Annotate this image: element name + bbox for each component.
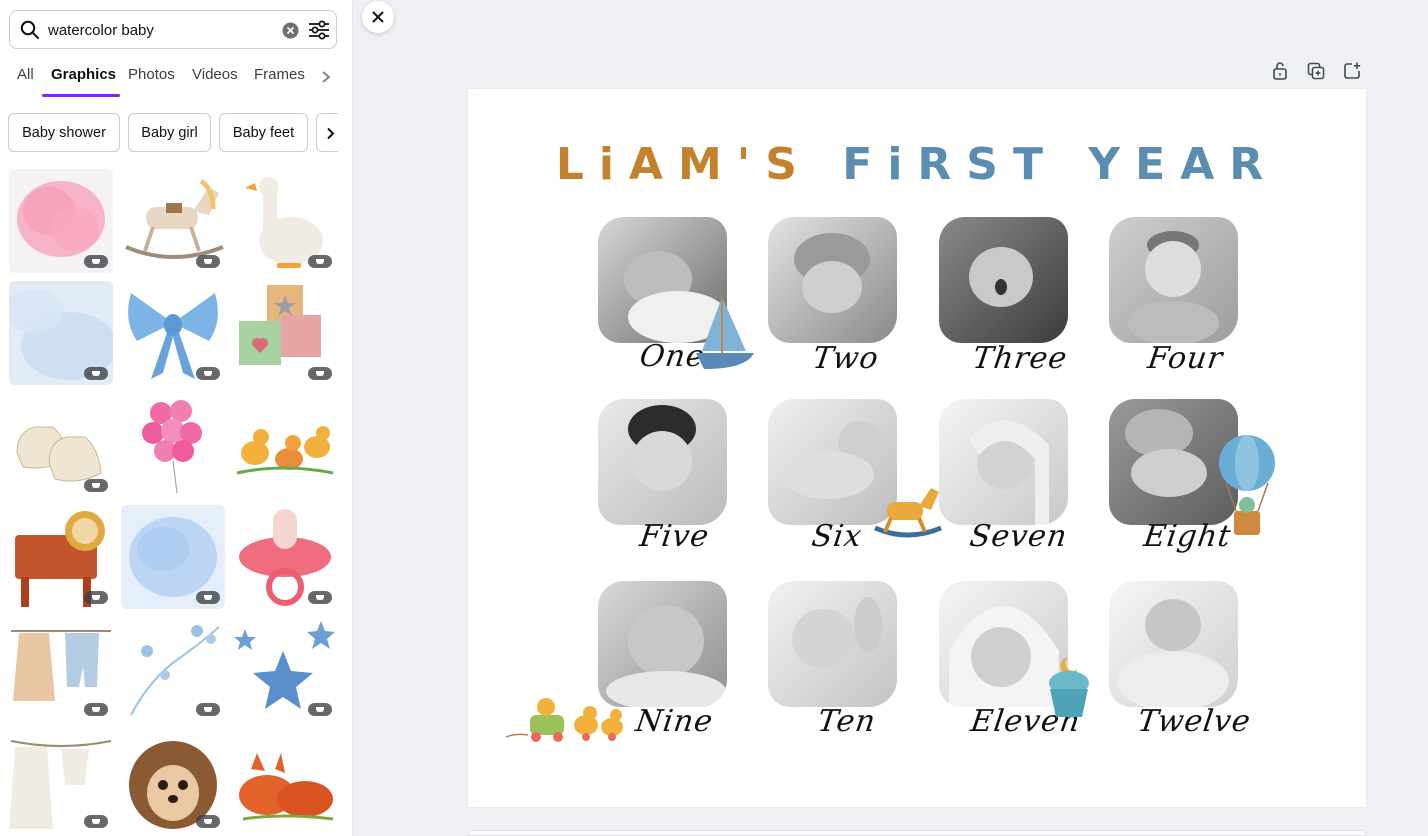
premium-badge-icon xyxy=(84,815,108,828)
duplicate-page-icon[interactable] xyxy=(1306,61,1326,81)
premium-badge-icon xyxy=(84,479,108,492)
premium-badge-icon xyxy=(84,255,108,268)
next-page-edge xyxy=(468,830,1366,836)
graphic-tile[interactable] xyxy=(9,729,113,833)
month-label-two[interactable]: Two xyxy=(811,341,882,376)
lock-icon[interactable] xyxy=(1270,61,1290,81)
hot-air-balloon-sticker[interactable] xyxy=(1216,433,1278,539)
filter-sliders-icon[interactable] xyxy=(308,20,330,40)
search-bar[interactable] xyxy=(9,10,337,49)
graphic-tile[interactable] xyxy=(9,393,113,497)
close-icon xyxy=(372,11,384,23)
cupcake-sticker[interactable] xyxy=(1046,655,1092,719)
premium-badge-icon xyxy=(308,255,332,268)
chips-scroll-right-button[interactable] xyxy=(316,113,338,152)
design-page[interactable]: LiAM'S FiRST YEAR One Two Three Four Fiv… xyxy=(468,89,1366,807)
premium-badge-icon xyxy=(196,591,220,604)
chip-baby-shower[interactable]: Baby shower xyxy=(8,113,120,152)
premium-badge-icon xyxy=(196,367,220,380)
chevron-right-icon[interactable] xyxy=(320,70,332,84)
close-panel-button[interactable] xyxy=(362,1,394,33)
premium-badge-icon xyxy=(196,703,220,716)
premium-badge-icon xyxy=(308,367,332,380)
category-tabs: All Graphics Photos Videos Frames xyxy=(9,66,339,98)
premium-badge-icon xyxy=(196,815,220,828)
baby-photo-four[interactable] xyxy=(1109,217,1238,343)
chip-baby-feet[interactable]: Baby feet xyxy=(219,113,308,152)
pink-balloons-image xyxy=(142,400,202,494)
search-input[interactable] xyxy=(48,19,268,41)
premium-badge-icon xyxy=(308,591,332,604)
search-icon xyxy=(20,20,39,39)
tab-photos[interactable]: Photos xyxy=(128,66,175,83)
month-label-six[interactable]: Six xyxy=(810,519,865,554)
tab-all[interactable]: All xyxy=(17,66,34,83)
premium-badge-icon xyxy=(84,591,108,604)
baby-photo-twelve[interactable] xyxy=(1109,581,1238,707)
graphics-side-panel: All Graphics Photos Videos Frames Baby s… xyxy=(0,0,353,836)
month-label-seven[interactable]: Seven xyxy=(968,519,1070,554)
graphic-tile[interactable] xyxy=(121,281,225,385)
month-label-five[interactable]: Five xyxy=(638,519,712,554)
premium-badge-icon xyxy=(308,703,332,716)
graphic-tile[interactable] xyxy=(121,617,225,721)
graphic-tile[interactable] xyxy=(9,281,113,385)
sailboat-sticker[interactable] xyxy=(694,295,756,371)
foxes-image xyxy=(239,753,334,821)
premium-badge-icon xyxy=(84,703,108,716)
baby-photo-ten[interactable] xyxy=(768,581,897,707)
chevron-right-icon xyxy=(327,127,335,140)
design-title[interactable]: LiAM'S FiRST YEAR xyxy=(468,139,1366,190)
month-label-three[interactable]: Three xyxy=(971,341,1070,376)
baby-photo-two[interactable] xyxy=(768,217,897,343)
graphic-tile[interactable] xyxy=(233,505,337,609)
graphic-tile[interactable] xyxy=(233,281,337,385)
graphic-tile[interactable] xyxy=(121,169,225,273)
baby-photo-seven[interactable] xyxy=(939,399,1068,525)
graphic-tile[interactable] xyxy=(9,505,113,609)
graphic-tile[interactable] xyxy=(121,505,225,609)
title-name-text[interactable]: LiAM'S xyxy=(556,139,812,190)
month-label-ten[interactable]: Ten xyxy=(816,704,879,739)
graphic-tile[interactable] xyxy=(121,729,225,833)
baby-photo-five[interactable] xyxy=(598,399,727,525)
clear-search-icon[interactable] xyxy=(282,22,299,39)
graphic-tile[interactable] xyxy=(233,617,337,721)
pull-toy-ducks-sticker[interactable] xyxy=(506,693,630,747)
graphic-tile[interactable] xyxy=(9,169,113,273)
chip-baby-girl[interactable]: Baby girl xyxy=(128,113,211,152)
graphic-tile[interactable] xyxy=(121,393,225,497)
graphic-tile[interactable] xyxy=(9,617,113,721)
tab-frames[interactable]: Frames xyxy=(254,66,305,83)
graphic-tile[interactable] xyxy=(233,393,337,497)
baby-photo-three[interactable] xyxy=(939,217,1068,343)
premium-badge-icon xyxy=(196,255,220,268)
tab-graphics[interactable]: Graphics xyxy=(51,66,116,83)
baby-photo-nine[interactable] xyxy=(598,581,727,707)
tab-videos[interactable]: Videos xyxy=(192,66,238,83)
month-label-twelve[interactable]: Twelve xyxy=(1136,704,1254,739)
active-tab-indicator xyxy=(42,94,120,97)
month-label-nine[interactable]: Nine xyxy=(634,704,716,739)
add-page-icon[interactable] xyxy=(1342,61,1362,81)
month-label-four[interactable]: Four xyxy=(1146,341,1226,376)
graphic-tile[interactable] xyxy=(233,729,337,833)
suggestion-chips: Baby shower Baby girl Baby feet xyxy=(8,113,338,153)
premium-badge-icon xyxy=(84,367,108,380)
rocking-horse-sticker[interactable] xyxy=(873,484,943,540)
title-year-text[interactable]: FiRST YEAR xyxy=(842,139,1278,190)
ducklings-image xyxy=(236,426,334,475)
graphic-tile[interactable] xyxy=(233,169,337,273)
